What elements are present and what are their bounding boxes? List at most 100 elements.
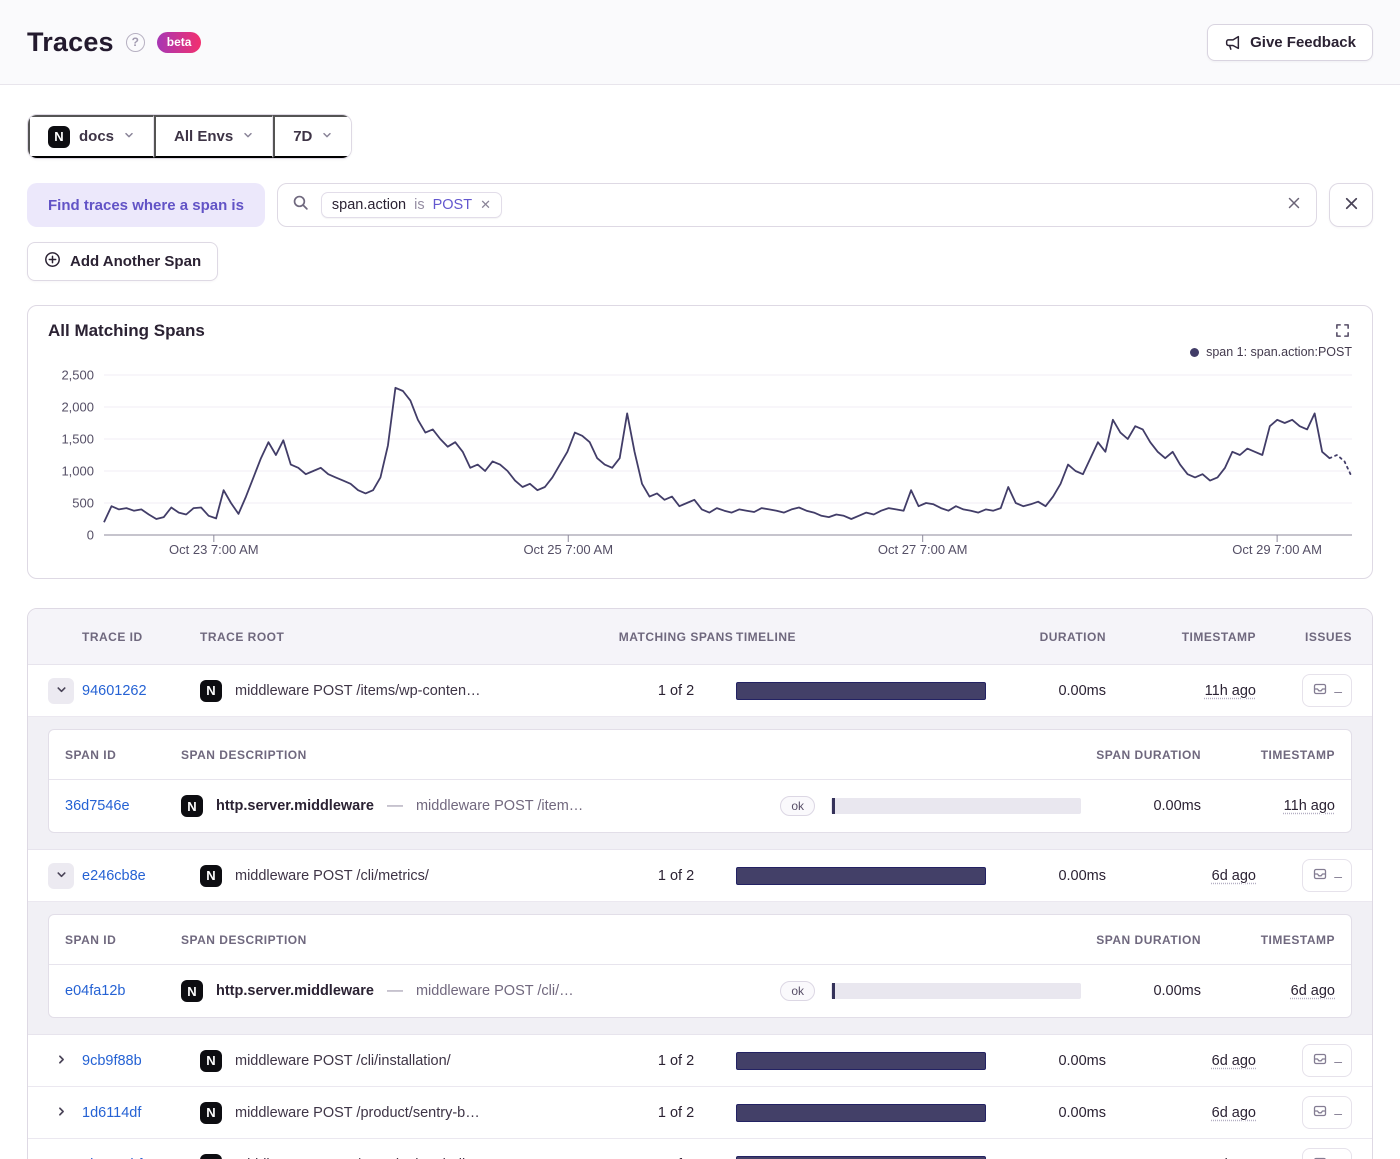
chart-legend-label: span 1: span.action:POST (1206, 345, 1352, 359)
issues-empty-label: – (1334, 868, 1342, 884)
issues-icon (1312, 1103, 1328, 1122)
search-icon (292, 194, 309, 216)
date-range-filter-label: 7D (293, 128, 312, 145)
trace-table: Trace ID Trace Root Matching Spans Timel… (27, 608, 1373, 1159)
duration-value: 0.00ms (986, 683, 1106, 699)
close-icon (1343, 195, 1360, 215)
chart-x-axis-labels: Oct 23 7:00 AM Oct 25 7:00 AM Oct 27 7:00 … (104, 542, 1352, 568)
chart-body: 0 500 1,000 1,500 2,000 2,500 (48, 375, 1352, 535)
col-timeline: Timeline (736, 630, 986, 644)
matching-spans-chart-panel: All Matching Spans span 1: span.action:P… (27, 305, 1373, 579)
issues-button[interactable]: – (1302, 674, 1352, 707)
trace-root-label: middleware POST /product/sentry-b… (235, 1105, 480, 1121)
nextjs-project-icon: N (48, 126, 70, 148)
nextjs-project-icon: N (181, 980, 203, 1002)
span-id-link[interactable]: e04fa12b (65, 983, 181, 999)
col-trace-id: Trace ID (82, 630, 200, 644)
issues-button[interactable]: – (1302, 859, 1352, 892)
nextjs-project-icon: N (200, 865, 222, 887)
chart-legend-item[interactable]: span 1: span.action:POST (48, 343, 1352, 361)
span-table-header: Span ID Span Description Span Duration T… (49, 730, 1351, 780)
give-feedback-button[interactable]: Give Feedback (1207, 24, 1373, 61)
date-range-filter[interactable]: 7D (273, 115, 351, 158)
help-icon[interactable]: ? (126, 33, 145, 52)
span-query-label: Find traces where a span is (27, 183, 265, 227)
x-axis-tick-label: Oct 29 7:00 AM (1232, 542, 1322, 557)
chart-header: All Matching Spans (48, 321, 1352, 343)
matching-spans-value: 1 of 2 (616, 683, 736, 699)
expand-row-button[interactable] (48, 1100, 74, 1126)
x-axis-tick-label: Oct 25 7:00 AM (523, 542, 613, 557)
clear-search-icon[interactable] (1286, 195, 1302, 216)
timeline-bar (736, 1156, 986, 1159)
expanded-spans-section: Span ID Span Description Span Duration T… (28, 717, 1372, 850)
separator: — (387, 982, 403, 1000)
add-another-span-label: Add Another Span (70, 253, 201, 270)
issues-empty-label: – (1334, 683, 1342, 699)
col-span-timestamp: Timestamp (1201, 933, 1335, 947)
span-duration-value: 0.00ms (1081, 798, 1201, 814)
col-span-description: Span Description (181, 933, 831, 947)
span-timestamp-value: 6d ago (1291, 983, 1335, 999)
span-query-row: Find traces where a span is span.action … (27, 183, 1373, 227)
issues-empty-label: – (1334, 1053, 1342, 1069)
y-axis-tick-label: 0 (87, 528, 94, 543)
span-duration-value: 0.00ms (1081, 983, 1201, 999)
main-content: N docs All Envs 7D Find traces where a s… (0, 85, 1400, 1159)
chart-plot-area[interactable] (104, 375, 1352, 535)
nextjs-project-icon: N (200, 680, 222, 702)
chevron-down-icon (242, 128, 254, 145)
issues-button[interactable]: – (1302, 1096, 1352, 1129)
expand-row-button[interactable] (48, 1152, 74, 1159)
collapse-row-button[interactable] (48, 863, 74, 889)
expand-row-button[interactable] (48, 1048, 74, 1074)
y-axis-tick-label: 2,000 (61, 400, 94, 415)
span-row: e04fa12b Nhttp.server.middleware — middlew… (49, 965, 1351, 1017)
table-row: 5b72a6bf Nmiddleware POST /security-lega… (28, 1139, 1372, 1159)
span-id-link[interactable]: 36d7546e (65, 798, 181, 814)
span-op-label: http.server.middleware (216, 983, 374, 999)
collapse-row-button[interactable] (48, 678, 74, 704)
trace-id-link[interactable]: 94601262 (82, 683, 200, 699)
y-axis-tick-label: 2,500 (61, 368, 94, 383)
nextjs-project-icon: N (200, 1050, 222, 1072)
trace-table-header: Trace ID Trace Root Matching Spans Timel… (28, 609, 1372, 665)
add-another-span-button[interactable]: Add Another Span (27, 242, 218, 281)
nextjs-project-icon: N (200, 1102, 222, 1124)
delete-span-row-button[interactable] (1329, 183, 1373, 227)
project-filter[interactable]: N docs (28, 115, 154, 158)
span-search-input[interactable]: span.action is POST ✕ (277, 183, 1317, 227)
issues-icon (1312, 681, 1328, 700)
span-sub-table: Span ID Span Description Span Duration T… (48, 729, 1352, 833)
span-timestamp-value: 11h ago (1284, 798, 1335, 814)
issues-button[interactable]: – (1302, 1044, 1352, 1077)
traces-page: Traces ? beta Give Feedback N docs All E… (0, 0, 1400, 1159)
x-axis-tick-label: Oct 27 7:00 AM (878, 542, 968, 557)
beta-badge: beta (157, 32, 202, 53)
trace-root-label: middleware POST /cli/metrics/ (235, 868, 429, 884)
table-row: 9cb9f88b Nmiddleware POST /cli/installat… (28, 1035, 1372, 1087)
trace-root-label: middleware POST /cli/installation/ (235, 1053, 451, 1069)
fullscreen-icon[interactable] (1333, 321, 1352, 343)
issues-button[interactable]: – (1302, 1148, 1352, 1159)
page-title: Traces (27, 27, 114, 58)
spans-line-chart (104, 375, 1352, 535)
trace-id-link[interactable]: 1d6114df (82, 1105, 200, 1121)
page-header: Traces ? beta Give Feedback (0, 0, 1400, 85)
trace-id-link[interactable]: 9cb9f88b (82, 1053, 200, 1069)
matching-spans-value: 1 of 2 (616, 1053, 736, 1069)
chevron-down-icon (321, 128, 333, 145)
separator: — (387, 797, 403, 815)
token-remove-icon[interactable]: ✕ (480, 197, 491, 213)
col-span-duration: Span Duration (1081, 748, 1201, 762)
duration-value: 0.00ms (986, 1105, 1106, 1121)
span-op-label: http.server.middleware (216, 798, 374, 814)
token-operator: is (414, 197, 424, 213)
trace-id-link[interactable]: e246cb8e (82, 868, 200, 884)
timestamp-value: 11h ago (1205, 683, 1256, 699)
search-token[interactable]: span.action is POST ✕ (321, 192, 502, 218)
filter-bar: N docs All Envs 7D (27, 114, 352, 159)
environment-filter[interactable]: All Envs (154, 115, 273, 158)
timestamp-value: 6d ago (1212, 1105, 1256, 1121)
issues-empty-label: – (1334, 1105, 1342, 1121)
